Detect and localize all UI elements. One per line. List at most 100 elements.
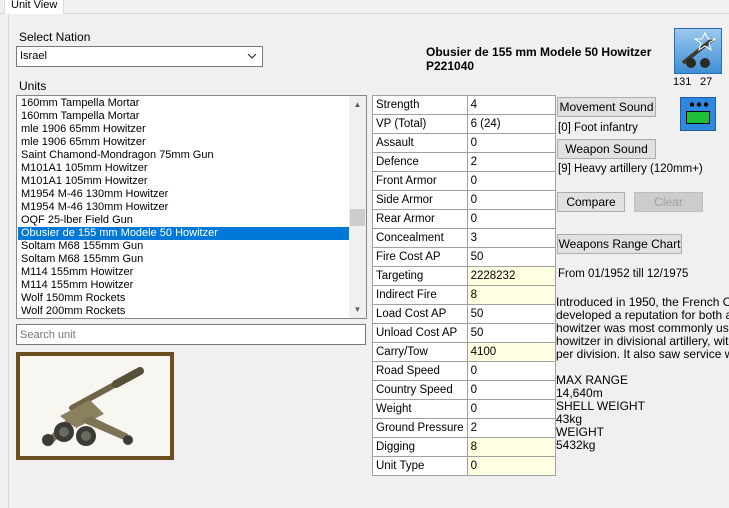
stat-row: Defence 2 [372,152,556,172]
stat-row: Carry/Tow 4100 [372,342,556,362]
stat-label: Digging [372,437,468,457]
stat-label: Targeting [372,266,468,286]
unit-list-item[interactable]: M114 155mm Howitzer [18,266,349,279]
stat-label: Rear Armor [372,209,468,229]
stat-row: Side Armor 0 [372,190,556,210]
weapon-sound-button[interactable]: Weapon Sound [557,139,656,159]
unit-list-item[interactable]: Wolf 150mm Rockets [18,292,349,305]
select-nation-label: Select Nation [19,30,91,44]
tab-strip: Unit View [0,0,729,14]
artillery-unit-badge-icon [674,28,722,74]
nation-dropdown-value: Israel [20,50,47,62]
stat-row: Unit Type 0 [372,456,556,476]
unit-description: Introduced in 1950, the French Obusdevel… [556,296,729,452]
stat-label: Concealment [372,228,468,248]
unit-title: Obusier de 155 mm Modele 50 Howitzer P22… [426,45,651,73]
unit-list-item[interactable]: M101A1 105mm Howitzer [18,175,349,188]
howitzer-image [42,367,144,446]
stat-value: 6 (24) [466,114,556,134]
stat-label: Fire Cost AP [372,247,468,267]
stat-label: Carry/Tow [372,342,468,362]
stat-row: Unload Cost AP 50 [372,323,556,343]
stat-value: 0 [466,133,556,153]
stat-value: 0 [466,399,556,419]
unit-photo [16,352,174,460]
badge-artwork [681,31,717,68]
counter-size-dots [689,102,709,107]
unit-list-item[interactable]: M114 155mm Howitzer [18,279,349,292]
stat-value: 3 [466,228,556,248]
stat-row: Country Speed 0 [372,380,556,400]
stat-value: 50 [466,247,556,267]
unit-list-item[interactable]: M1954 M-46 130mm Howitzer [18,201,349,214]
scroll-down-arrow-icon[interactable]: ▼ [349,301,366,318]
unit-list-item[interactable]: M101A1 105mm Howitzer [18,162,349,175]
stat-value: 0 [466,190,556,210]
stat-value: 0 [466,380,556,400]
units-scrollbar[interactable]: ▲ ▼ [349,96,366,318]
stat-label: Defence [372,152,468,172]
stat-row: VP (Total) 6 (24) [372,114,556,134]
unit-list-item[interactable]: Wolf 200mm Rockets [18,305,349,318]
compare-button[interactable]: Compare [557,192,625,212]
description-line: per division. It also saw service with [556,347,729,361]
stat-row: Indirect Fire 8 [372,285,556,305]
stat-row: Strength 4 [372,95,556,115]
unit-list-item[interactable]: Soltam M68 155mm Gun [18,253,349,266]
stat-value: 8 [466,285,556,305]
nation-dropdown[interactable]: Israel [16,46,263,67]
unit-list-item[interactable]: 160mm Tampella Mortar [18,110,349,123]
stat-value: 4100 [466,342,556,362]
stat-label: Country Speed [372,380,468,400]
unit-list-item[interactable]: Saint Chamond-Mondragon 75mm Gun [18,149,349,162]
weapons-range-chart-button[interactable]: Weapons Range Chart [557,234,682,254]
unit-list-item[interactable]: M1954 M-46 130mm Howitzer [18,188,349,201]
stat-value: 4 [466,95,556,115]
stat-row: Load Cost AP 50 [372,304,556,324]
counter-symbol [686,111,710,124]
stat-value: 2228232 [466,266,556,286]
stat-row: Ground Pressure 2 [372,418,556,438]
stat-label: Front Armor [372,171,468,191]
units-listbox[interactable]: 160mm Tampella Mortar 160mm Tampella Mort… [16,95,367,319]
stat-label: Unload Cost AP [372,323,468,343]
unit-number-left: 131 [673,76,692,88]
chevron-down-icon [247,53,257,59]
unit-list-item[interactable]: OQF 25-lber Field Gun [18,214,349,227]
tab-unit-view[interactable]: Unit View [4,0,64,14]
stat-label: Strength [372,95,468,115]
stat-value: 0 [466,456,556,476]
units-label: Units [19,79,47,93]
stat-value: 8 [466,437,556,457]
unit-list-item[interactable]: mle 1906 65mm Howitzer [18,123,349,136]
stat-label: Road Speed [372,361,468,381]
stat-value: 2 [466,418,556,438]
stat-row: Assault 0 [372,133,556,153]
stat-row: Concealment 3 [372,228,556,248]
unit-list-item[interactable]: mle 1906 65mm Howitzer [18,136,349,149]
nato-artillery-counter-icon [680,97,716,131]
stat-label: Weight [372,399,468,419]
stat-label: Unit Type [372,456,468,476]
stat-label: VP (Total) [372,114,468,134]
movement-sound-button[interactable]: Movement Sound [557,97,656,117]
weapon-type-label: [9] Heavy artillery (120mm+) [558,163,703,175]
clear-button[interactable]: Clear [634,192,703,212]
description-line: 5432kg [556,438,596,452]
stat-row: Rear Armor 0 [372,209,556,229]
unit-list-item[interactable]: 160mm Tampella Mortar [18,97,349,110]
stat-value: 0 [466,361,556,381]
unit-name: Obusier de 155 mm Modele 50 Howitzer [426,45,652,59]
stat-row: Fire Cost AP 50 [372,247,556,267]
unit-stats-table: Strength 4 VP (Total) 6 (24) Assault 0 Defence… [372,95,556,476]
stat-row: Targeting 2228232 [372,266,556,286]
stat-label: Load Cost AP [372,304,468,324]
unit-list-item[interactable]: Soltam M68 155mm Gun [18,240,349,253]
unit-list-item[interactable]: Obusier de 155 mm Modele 50 Howitzer [18,227,349,240]
scroll-up-arrow-icon[interactable]: ▲ [349,96,366,113]
search-unit-input[interactable] [16,324,366,345]
scrollbar-thumb[interactable] [350,208,365,226]
stat-row: Road Speed 0 [372,361,556,381]
service-date-range: From 01/1952 till 12/1975 [558,268,689,280]
stat-value: 50 [466,304,556,324]
